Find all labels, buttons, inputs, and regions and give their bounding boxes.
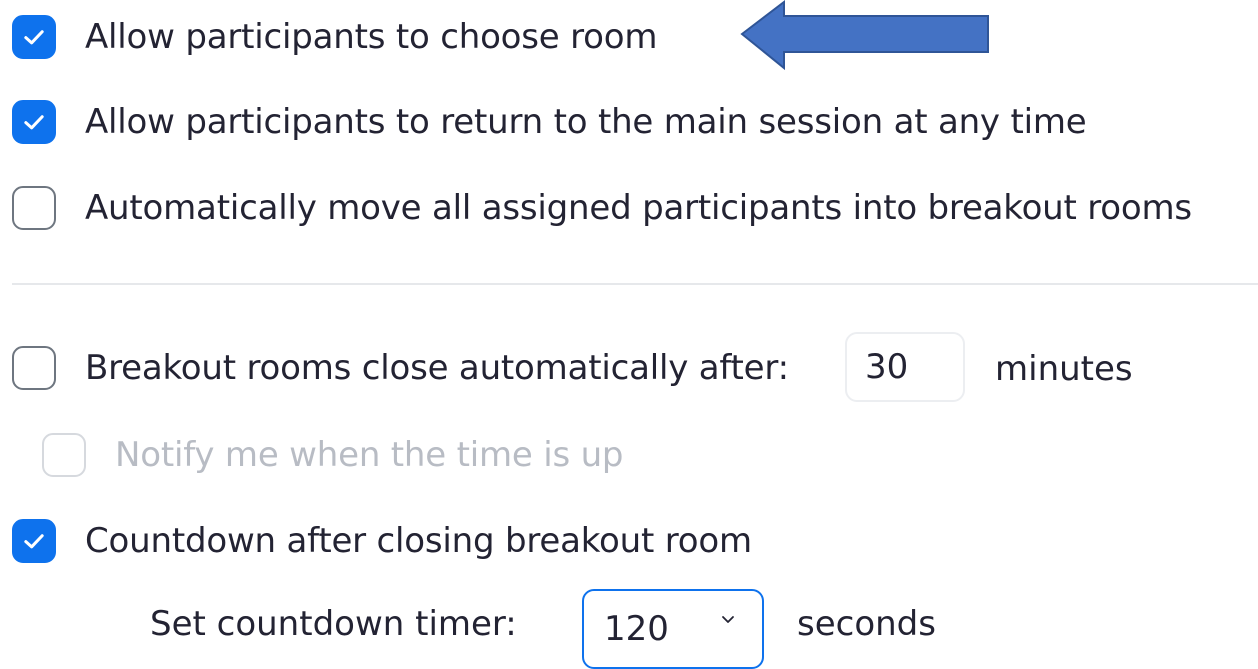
close-minutes-input[interactable] [845,332,965,402]
check-icon [24,115,44,130]
check-icon [24,30,44,45]
countdown-checkbox[interactable] [12,519,56,563]
countdown-label: Countdown after closing breakout room [85,521,752,561]
chevron-down-icon [722,616,734,623]
choose-room-checkbox[interactable] [12,15,56,59]
auto-close-label: Breakout rooms close automatically after… [85,348,789,388]
option-auto-move[interactable]: Automatically move all assigned particip… [12,186,1192,230]
option-auto-close[interactable]: Breakout rooms close automatically after… [12,346,789,390]
notify-checkbox[interactable] [42,433,86,477]
option-return-main-session[interactable]: Allow participants to return to the main… [12,100,1087,144]
minutes-label: minutes [995,349,1133,389]
countdown-timer-value: 120 [604,609,669,649]
seconds-label: seconds [797,604,936,644]
divider [12,283,1258,285]
option-countdown[interactable]: Countdown after closing breakout room [12,519,752,563]
countdown-timer-label: Set countdown timer: [150,604,517,644]
auto-move-label: Automatically move all assigned particip… [85,188,1192,228]
option-notify[interactable]: Notify me when the time is up [42,433,624,477]
choose-room-label: Allow participants to choose room [85,17,658,57]
countdown-timer-select[interactable]: 120 [582,589,764,669]
arrow-left-icon [740,0,989,71]
auto-move-checkbox[interactable] [12,186,56,230]
notify-label: Notify me when the time is up [115,435,624,475]
auto-close-checkbox[interactable] [12,346,56,390]
return-main-label: Allow participants to return to the main… [85,102,1087,142]
option-choose-room[interactable]: Allow participants to choose room [12,15,657,59]
return-main-checkbox[interactable] [12,100,56,144]
check-icon [24,534,44,549]
